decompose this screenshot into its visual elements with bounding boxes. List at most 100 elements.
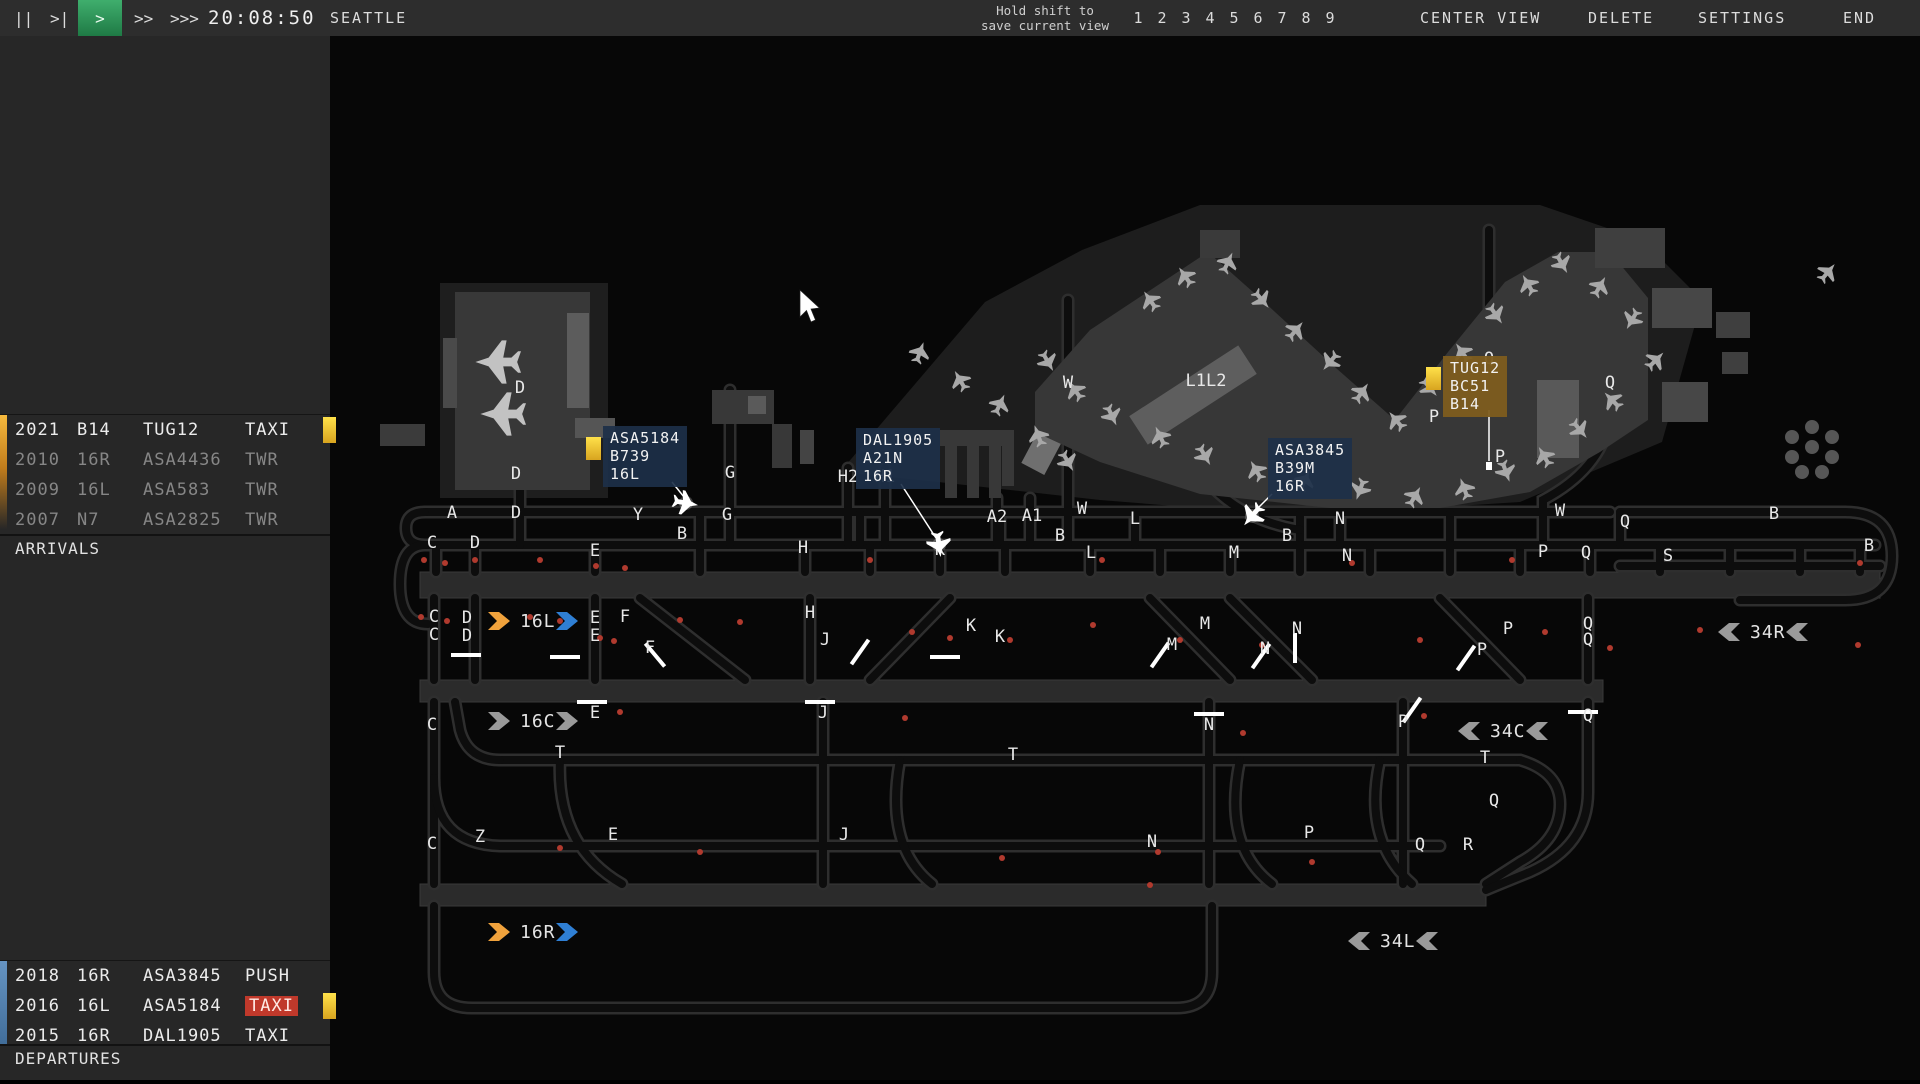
taxiway-segment — [640, 598, 745, 680]
taxiway-label-L1L2: L1L2 — [1186, 371, 1227, 391]
datablock-TUG12[interactable]: TUG12BC51B14 — [1443, 356, 1507, 417]
chevron-icon — [1416, 932, 1438, 950]
arrival-time: 2021 — [15, 420, 77, 440]
view-slot-2[interactable]: 2 — [1157, 9, 1167, 27]
departure-strip-row[interactable]: 201816RASA3845PUSH — [0, 961, 330, 991]
stopbar-light — [617, 709, 623, 715]
taxiway-label-L: L — [1086, 543, 1096, 563]
view-slot-5[interactable]: 5 — [1229, 9, 1239, 27]
stopbar-light — [1147, 882, 1153, 888]
arrival-strip-row[interactable]: 2021B14TUG12TAXI — [0, 415, 330, 445]
datablock-assignment: 16R — [863, 467, 933, 485]
view-slot-6[interactable]: 6 — [1253, 9, 1263, 27]
airport-name: SEATTLE — [330, 0, 407, 36]
view-slot-4[interactable]: 4 — [1205, 9, 1215, 27]
taxiway-label-D: D — [515, 378, 525, 398]
chevron-icon — [488, 712, 510, 730]
play-button[interactable]: > — [78, 0, 122, 36]
departure-callsign: ASA3845 — [143, 966, 245, 986]
tug-icon[interactable] — [1486, 462, 1492, 470]
view-slot-8[interactable]: 8 — [1301, 9, 1311, 27]
taxiway-label-C: C — [427, 715, 437, 735]
taxiway-label-T: T — [1008, 745, 1018, 765]
arrival-strip-row[interactable]: 2007N7ASA2825TWR — [0, 505, 330, 535]
taxiway-label-G: G — [725, 463, 735, 483]
departure-spot: 16R — [77, 966, 143, 986]
fast-forward-button[interactable]: >> — [134, 0, 153, 36]
stopbar-light — [622, 565, 628, 571]
taxiway-label-P: P — [1429, 407, 1439, 427]
taxiway-label-H: H — [805, 603, 815, 623]
taxiway-label-K: K — [995, 627, 1006, 647]
taxiway-label-Z: Z — [475, 827, 485, 847]
taxiway-label-S: S — [1663, 546, 1673, 566]
taxiway-label-N: N — [1335, 509, 1345, 529]
taxiway-label-N: N — [1292, 619, 1302, 639]
stopbar-light — [1240, 730, 1246, 736]
taxiway-label-F: F — [620, 607, 630, 627]
arrival-strip-row[interactable]: 200916LASA583TWR — [0, 475, 330, 505]
fastest-forward-button[interactable]: >>> — [170, 0, 199, 36]
taxiway-label-P: P — [1503, 619, 1513, 639]
taxiway-label-Q: Q — [1583, 706, 1593, 726]
chevron-icon — [1348, 932, 1370, 950]
arrival-spot: 16L — [77, 480, 143, 500]
datablock-ASA5184[interactable]: ASA5184B73916L — [603, 426, 687, 487]
taxiway-label-D: D — [470, 533, 480, 553]
taxiway-label-Q: Q — [1489, 791, 1499, 811]
runway-marker-34R: 34R — [1718, 622, 1808, 643]
taxiway-label-N: N — [1260, 639, 1270, 659]
chevron-icon — [1718, 623, 1740, 641]
stopbar-light — [472, 557, 478, 563]
step-button[interactable]: >| — [50, 0, 69, 36]
taxiway-label-A1: A1 — [1022, 506, 1042, 526]
chevron-icon — [556, 712, 578, 730]
taxiway-label-A: A — [447, 503, 457, 523]
departure-spot: 16R — [77, 1026, 143, 1046]
runway-marker-34C: 34C — [1458, 721, 1548, 742]
stopbar-light — [1857, 560, 1863, 566]
taxiway-label-W: W — [1077, 499, 1088, 519]
departure-strip-row[interactable]: 201616LASA5184TAXI — [0, 991, 330, 1021]
view-slot-3[interactable]: 3 — [1181, 9, 1191, 27]
taxiway-label-E: E — [590, 703, 600, 723]
taxiway-label-B: B — [1769, 504, 1779, 524]
datablock-ASA3845[interactable]: ASA3845B39M16R — [1268, 438, 1352, 499]
delete-button[interactable]: DELETE — [1588, 0, 1654, 36]
departure-callsign: DAL1905 — [143, 1026, 245, 1046]
center-view-button[interactable]: CENTER VIEW — [1420, 0, 1541, 36]
airport-ground-map[interactable]: 16L16C16R34R34C34L ADYGBA2A1WLNWQBCDEHKB… — [330, 36, 1920, 1080]
departure-time: 2016 — [15, 996, 77, 1016]
departure-status: TAXI — [245, 996, 298, 1016]
taxiway-label-W: W — [1555, 501, 1566, 521]
chevron-icon — [1458, 722, 1480, 740]
stopbar-light — [557, 618, 563, 624]
arrival-time: 2009 — [15, 480, 77, 500]
runway-16R-34L — [420, 884, 1486, 906]
view-slot-9[interactable]: 9 — [1325, 9, 1335, 27]
view-slot-7[interactable]: 7 — [1277, 9, 1287, 27]
end-button[interactable]: END — [1843, 0, 1876, 36]
arrivals-header: ARRIVALS — [0, 534, 330, 560]
taxiway-label-E: E — [590, 608, 600, 628]
taxiway-label-J: J — [839, 825, 849, 845]
settings-button[interactable]: SETTINGS — [1698, 0, 1786, 36]
taxiway-label-E: E — [608, 825, 618, 845]
arrival-strip-row[interactable]: 201016RASA4436TWR — [0, 445, 330, 475]
departure-spot: 16L — [77, 996, 143, 1016]
chevron-icon — [556, 923, 578, 941]
runway-marker-16C: 16C — [488, 711, 578, 732]
taxiway-label-N: N — [1342, 546, 1352, 566]
arrival-callsign: ASA583 — [143, 480, 245, 500]
taxiway-label-P: P — [1495, 447, 1505, 467]
stopbar-light — [1099, 557, 1105, 563]
datablock-callsign: ASA5184 — [610, 429, 680, 447]
view-slot-1[interactable]: 1 — [1133, 9, 1143, 27]
stopbar-light — [697, 849, 703, 855]
arrivals-strip-list: 2021B14TUG12TAXI201016RASA4436TWR200916L… — [0, 414, 330, 535]
runway-marker-label: 16R — [520, 922, 556, 943]
taxiway-label-C: C — [427, 834, 437, 854]
pause-button[interactable]: || — [14, 0, 33, 36]
datablock-DAL1905[interactable]: DAL1905A21N16R — [856, 428, 940, 489]
taxiway-label-B: B — [677, 524, 687, 544]
